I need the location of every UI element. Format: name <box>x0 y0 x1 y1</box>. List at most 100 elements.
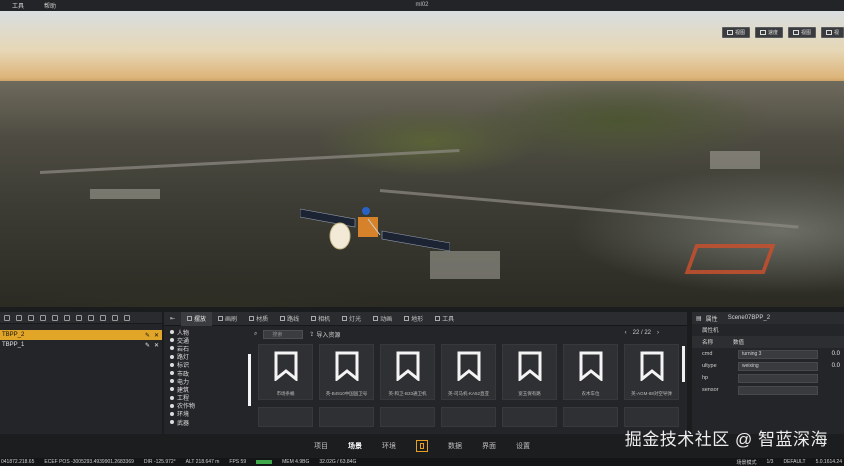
filter-icon[interactable] <box>124 314 130 321</box>
tab-label: 工具 <box>442 317 455 323</box>
tab-tools[interactable]: 工具 <box>429 312 460 326</box>
satellite-model[interactable] <box>300 199 450 259</box>
property-row: hp <box>692 372 844 384</box>
property-value-input[interactable] <box>738 385 818 395</box>
asset-tile[interactable]: 英-B4910中国国卫号 <box>319 344 374 400</box>
scene-viewport[interactable]: 视图 速度 视图 视 <box>0 11 844 307</box>
category-dot-icon <box>170 338 174 343</box>
nav-scene[interactable]: 场景 <box>348 441 362 451</box>
save-icon[interactable] <box>100 314 106 321</box>
view-button-label: 视 <box>833 30 839 36</box>
place-icon <box>187 316 193 321</box>
status-alt-value: 218.647 m <box>195 459 220 465</box>
properties-icon: ▤ <box>696 315 702 322</box>
view-button-3[interactable]: 视 <box>820 27 844 38</box>
copy-icon[interactable] <box>16 314 22 321</box>
tab-brush[interactable]: 画刷 <box>212 312 243 326</box>
properties-title: 属性 <box>705 316 718 323</box>
tab-place[interactable]: 摆放 <box>181 311 213 326</box>
view-button-2[interactable]: 视图 <box>787 27 816 38</box>
asset-toolbar: ⌕ 搜索 ⇪ 导入资源 ‹ 22 / 22 › <box>254 328 687 340</box>
property-value-input[interactable]: turning 3 <box>738 349 818 359</box>
bookmark-icon <box>274 351 297 381</box>
view-button-1[interactable]: 视图 <box>721 27 750 38</box>
asset-tile[interactable]: 英-和卫-B33通卫机 <box>380 344 435 400</box>
nav-project[interactable]: 项目 <box>314 441 328 451</box>
category-dot-icon <box>170 411 174 416</box>
category-item[interactable]: 武器 <box>170 418 248 427</box>
tab-collapse[interactable]: ⇤ <box>164 312 181 326</box>
layers-icon[interactable] <box>40 314 46 321</box>
property-value-input[interactable]: weixing <box>738 361 818 371</box>
duplicate-icon[interactable] <box>52 314 58 321</box>
asset-scrollbar[interactable] <box>682 346 685 382</box>
material-icon <box>249 316 255 321</box>
asset-tile[interactable]: 农木车位 <box>563 344 618 400</box>
tab-light[interactable]: 灯光 <box>336 312 367 326</box>
camera-icon[interactable] <box>76 314 82 321</box>
asset-tile[interactable] <box>258 407 313 427</box>
tab-label: 相机 <box>318 317 331 323</box>
grid-icon[interactable] <box>88 314 94 321</box>
next-page-icon[interactable]: › <box>657 330 659 336</box>
outliner-toolbar <box>0 312 162 324</box>
settings-icon[interactable] <box>112 314 118 321</box>
bookmark-icon <box>518 351 541 381</box>
camera-icon <box>311 316 317 321</box>
asset-tile[interactable] <box>502 407 557 427</box>
tab-animation[interactable]: 动画 <box>367 312 398 326</box>
asset-tile[interactable]: 宽玉保有路 <box>502 344 557 400</box>
speed-button[interactable]: 速度 <box>754 27 783 38</box>
property-value-input[interactable] <box>738 373 818 383</box>
category-dot-icon <box>170 330 174 335</box>
asset-tile[interactable]: 英-司马机-KA52直亚 <box>441 344 496 400</box>
close-icon[interactable]: ✕ <box>154 342 159 349</box>
category-dot-icon <box>170 387 174 392</box>
asset-tile[interactable] <box>563 407 618 427</box>
link-icon[interactable] <box>64 314 70 321</box>
import-button[interactable]: ⇪ 导入资源 <box>309 330 340 339</box>
brush-icon <box>218 316 224 321</box>
asset-label: 英-和卫-B33通卫机 <box>388 391 427 396</box>
nav-settings[interactable]: 设置 <box>516 441 530 451</box>
property-number[interactable]: 0.0 <box>822 351 844 357</box>
edit-icon[interactable]: ✎ <box>145 342 150 349</box>
asset-tile[interactable] <box>319 407 374 427</box>
prev-page-icon[interactable]: ‹ <box>625 330 627 336</box>
nav-data[interactable]: 数据 <box>448 441 462 451</box>
nav-environment[interactable]: 环境 <box>382 441 396 451</box>
column-value: 数值 <box>733 340 745 346</box>
property-number[interactable]: 0.0 <box>822 363 844 369</box>
outliner-item[interactable]: TBPP_1 ✎ ✕ <box>0 340 162 350</box>
close-icon[interactable]: ✕ <box>154 332 159 339</box>
refresh-icon[interactable] <box>4 314 10 321</box>
view-button-label: 视图 <box>800 30 811 36</box>
tool-tabs: ⇤ 摆放 画刷 材质 路线 相机 灯光 动画 地形 工具 <box>164 311 687 326</box>
asset-tile[interactable] <box>441 407 496 427</box>
edit-icon[interactable]: ✎ <box>145 332 150 339</box>
status-mem-label: MEM <box>282 459 294 465</box>
sky <box>0 11 844 83</box>
status-bar: 041872.218.65 ECEF POS -3005293.4939901.… <box>0 458 844 466</box>
asset-tile[interactable]: 市场条桶 <box>258 344 313 400</box>
asset-tile[interactable]: 英-AGM-88对空导弹 <box>624 344 679 400</box>
search-input[interactable]: 搜索 <box>263 329 304 339</box>
tab-camera[interactable]: 相机 <box>305 312 336 326</box>
tab-route[interactable]: 路线 <box>274 312 305 326</box>
property-row: cmd turning 3 0.0 <box>692 348 844 360</box>
outliner-item[interactable]: TBPP_2 ✎ ✕ <box>0 330 162 340</box>
asset-tile[interactable] <box>380 407 435 427</box>
tab-terrain[interactable]: 地形 <box>398 312 429 326</box>
nav-interface[interactable]: 界面 <box>482 441 496 451</box>
tab-material[interactable]: 材质 <box>243 312 274 326</box>
asset-tile[interactable] <box>624 407 679 427</box>
column-name: 名称 <box>702 340 714 346</box>
light-icon <box>342 316 348 321</box>
group-icon[interactable] <box>28 314 34 321</box>
bookmark-icon <box>579 351 602 381</box>
window-title: ml02 <box>415 2 429 8</box>
search-icon: ⌕ <box>254 330 258 337</box>
category-scrollbar[interactable] <box>248 354 251 406</box>
home-logo-icon[interactable] <box>416 440 428 452</box>
category-dot-icon <box>170 395 174 400</box>
